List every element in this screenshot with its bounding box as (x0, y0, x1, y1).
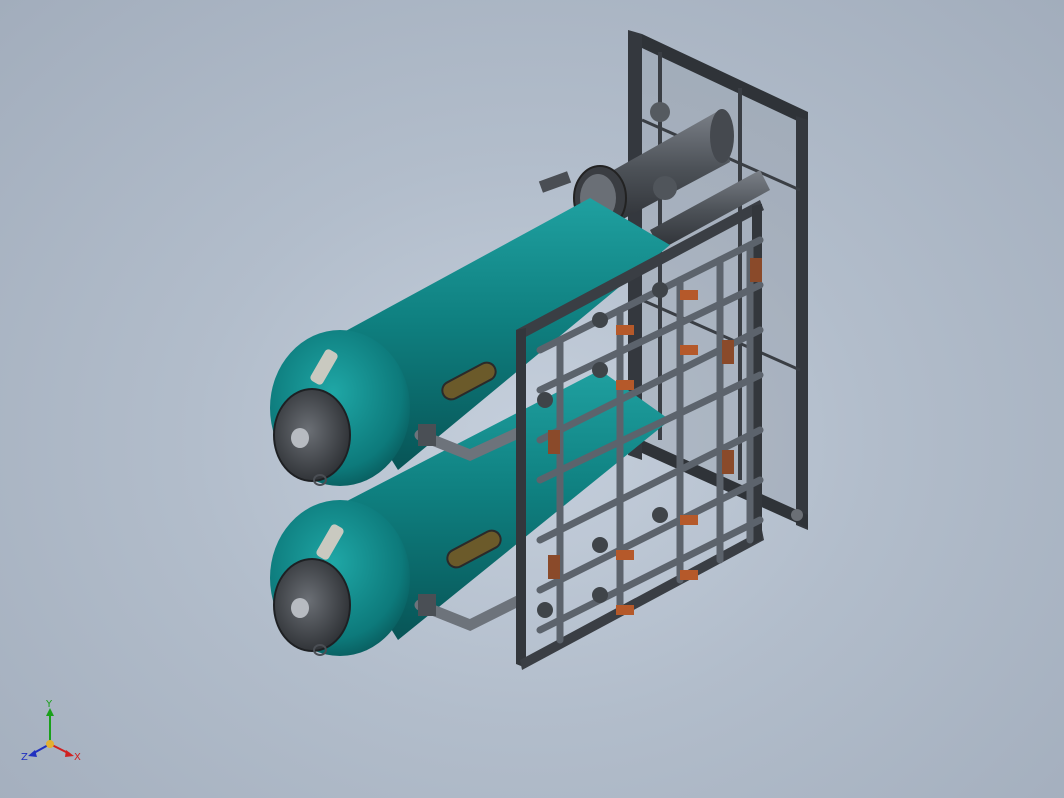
x-axis-label: X (74, 752, 81, 763)
z-axis-label: Z (21, 752, 28, 763)
orientation-triad[interactable]: Y X Z (18, 700, 88, 770)
y-axis-label: Y (45, 700, 53, 710)
pressure-vessel-skid-model[interactable] (0, 0, 1064, 798)
cad-3d-viewport[interactable]: Y X Z (0, 0, 1064, 798)
triad-origin (46, 740, 54, 748)
x-axis-arrow (65, 750, 74, 757)
